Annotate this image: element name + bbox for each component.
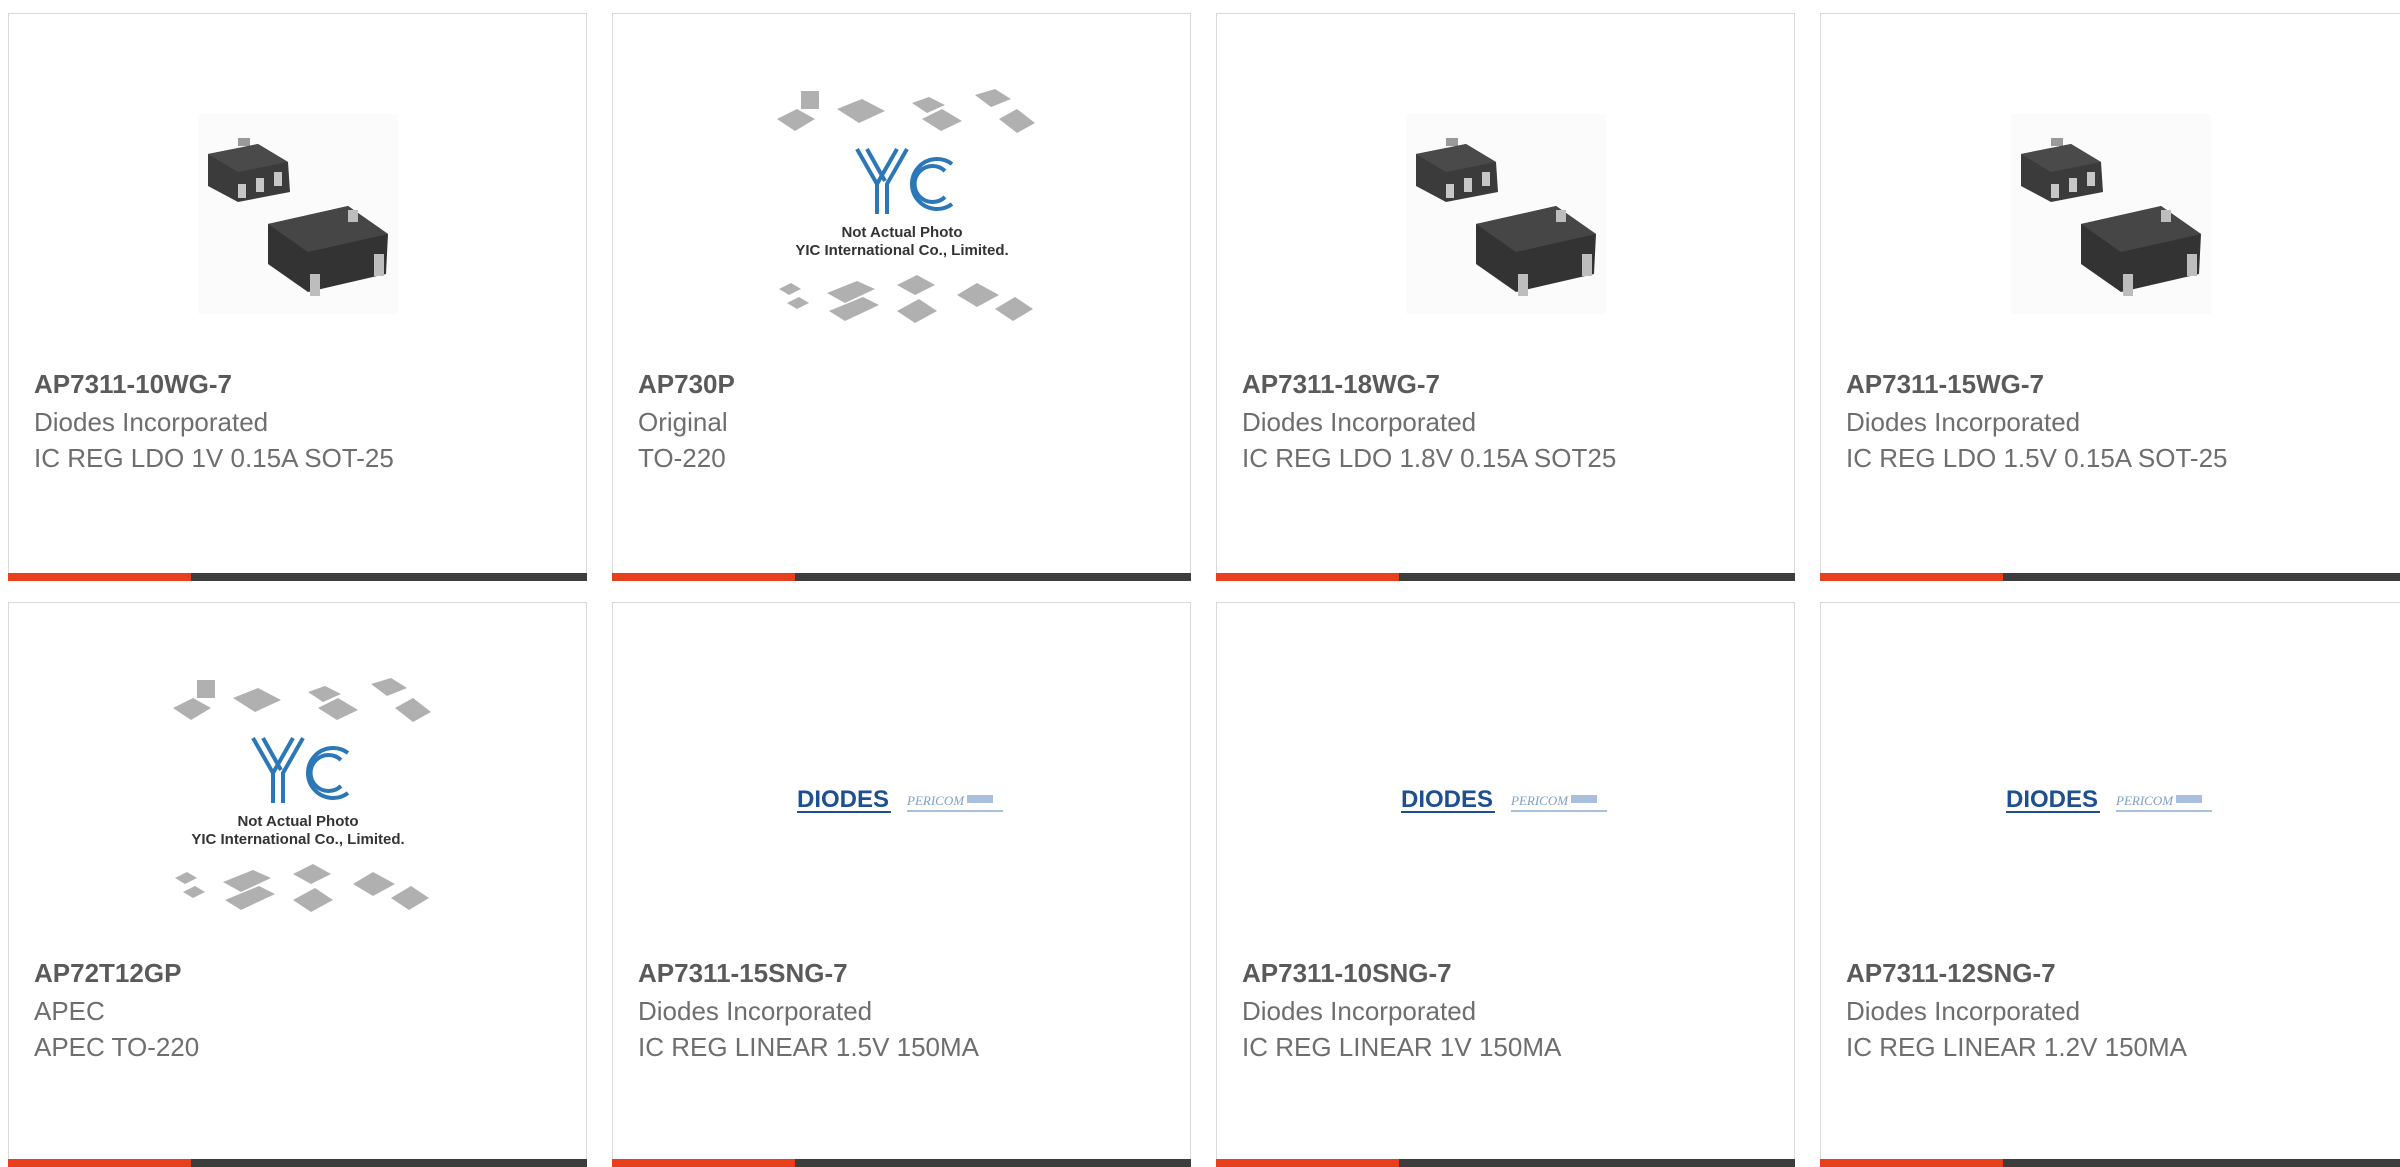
product-part-number[interactable]: AP7311-10WG-7 [34, 369, 232, 400]
product-image[interactable]: DIODES PERICOM [1217, 663, 1794, 943]
card-bar-accent [612, 1159, 795, 1167]
placeholder-line-1: Not Actual Photo [841, 224, 962, 241]
product-card[interactable]: DIODES PERICOM AP7311-12SNG-7 Diodes Inc… [1820, 602, 2400, 1167]
product-grid: AP7311-10WG-7 Diodes Incorporated IC REG… [0, 0, 2400, 1167]
product-card[interactable]: DIODES PERICOM AP7311-10SNG-7 Diodes Inc… [1216, 602, 1795, 1167]
card-bar [612, 573, 1191, 581]
product-description: IC REG LDO 1.8V 0.15A SOT25 [1242, 443, 1617, 473]
product-manufacturer: Diodes Incorporated [1242, 996, 1477, 1026]
product-part-number[interactable]: AP7311-12SNG-7 [1846, 958, 2056, 989]
product-card[interactable]: AP7311-10WG-7 Diodes Incorporated IC REG… [8, 13, 587, 581]
yic-logo [250, 737, 349, 803]
card-bar-accent [1216, 1159, 1399, 1167]
card-bar [1216, 573, 1795, 581]
product-manufacturer: APEC [34, 996, 105, 1026]
product-image[interactable] [9, 74, 586, 354]
product-description: IC REG LINEAR 1.5V 150MA [638, 1032, 980, 1062]
product-part-number[interactable]: AP72T12GP [34, 958, 181, 989]
card-bar [1820, 1159, 2400, 1167]
diodes-wordmark: DIODES [2006, 786, 2098, 813]
product-description: APEC TO-220 [34, 1032, 200, 1062]
diodes-pericom-logo: DIODES PERICOM [2005, 786, 2212, 813]
placeholder-icon: Not Actual Photo YIC International Co., … [776, 89, 1035, 323]
placeholder-line-2: YIC International Co., Limited. [191, 831, 404, 848]
product-manufacturer: Diodes Incorporated [1846, 996, 2081, 1026]
product-manufacturer: Diodes Incorporated [1846, 407, 2081, 437]
sot25-chip-icon [2010, 114, 2211, 314]
card-bar [612, 1159, 1191, 1167]
card-bar-accent [8, 573, 191, 581]
placeholder-icon: Not Actual Photo YIC International Co., … [172, 678, 431, 912]
placeholder-line-2: YIC International Co., Limited. [795, 242, 1008, 259]
diodes-pericom-logo: DIODES PERICOM [1400, 786, 1607, 813]
diodes-pericom-logo: DIODES PERICOM [796, 786, 1003, 813]
product-image[interactable]: Not Actual Photo YIC International Co., … [613, 74, 1190, 354]
product-image[interactable] [1217, 74, 1794, 354]
card-bar-accent [1820, 1159, 2003, 1167]
product-image[interactable]: Not Actual Photo YIC International Co., … [9, 663, 586, 943]
card-bar-accent [8, 1159, 191, 1167]
diodes-wordmark: DIODES [1401, 786, 1493, 813]
pericom-wordmark: PERICOM [2115, 793, 2174, 808]
product-card[interactable]: AP7311-15WG-7 Diodes Incorporated IC REG… [1820, 13, 2400, 581]
product-card[interactable]: Not Actual Photo YIC International Co., … [8, 602, 587, 1167]
product-description: IC REG LINEAR 1.2V 150MA [1846, 1032, 2188, 1062]
pericom-wordmark: PERICOM [1510, 793, 1569, 808]
placeholder-line-1: Not Actual Photo [237, 813, 358, 830]
card-bar [8, 1159, 587, 1167]
product-manufacturer: Diodes Incorporated [34, 407, 269, 437]
sot25-chip-icon [1405, 114, 1606, 314]
card-bar [1216, 1159, 1795, 1167]
product-description: IC REG LDO 1V 0.15A SOT-25 [34, 443, 394, 473]
card-bar [1820, 573, 2400, 581]
product-manufacturer: Diodes Incorporated [1242, 407, 1477, 437]
pericom-wordmark: PERICOM [906, 793, 965, 808]
card-bar-accent [1820, 573, 2003, 581]
product-image[interactable] [1821, 74, 2400, 354]
product-manufacturer: Original [638, 407, 728, 437]
product-part-number[interactable]: AP7311-15SNG-7 [638, 958, 848, 989]
product-card[interactable]: DIODES PERICOM AP7311-15SNG-7 Diodes Inc… [612, 602, 1191, 1167]
card-bar [8, 573, 587, 581]
product-card[interactable]: Not Actual Photo YIC International Co., … [612, 13, 1191, 581]
product-image[interactable]: DIODES PERICOM [613, 663, 1190, 943]
product-manufacturer: Diodes Incorporated [638, 996, 873, 1026]
product-description: IC REG LDO 1.5V 0.15A SOT-25 [1846, 443, 2228, 473]
product-description: TO-220 [638, 443, 726, 473]
sot25-chip-icon [197, 114, 398, 314]
card-bar-accent [1216, 573, 1399, 581]
product-part-number[interactable]: AP730P [638, 369, 735, 400]
product-part-number[interactable]: AP7311-10SNG-7 [1242, 958, 1452, 989]
diodes-wordmark: DIODES [797, 786, 889, 813]
yic-logo [854, 148, 953, 214]
product-image[interactable]: DIODES PERICOM [1821, 663, 2400, 943]
product-card[interactable]: AP7311-18WG-7 Diodes Incorporated IC REG… [1216, 13, 1795, 581]
product-description: IC REG LINEAR 1V 150MA [1242, 1032, 1562, 1062]
product-part-number[interactable]: AP7311-15WG-7 [1846, 369, 2044, 400]
product-part-number[interactable]: AP7311-18WG-7 [1242, 369, 1440, 400]
card-bar-accent [612, 573, 795, 581]
